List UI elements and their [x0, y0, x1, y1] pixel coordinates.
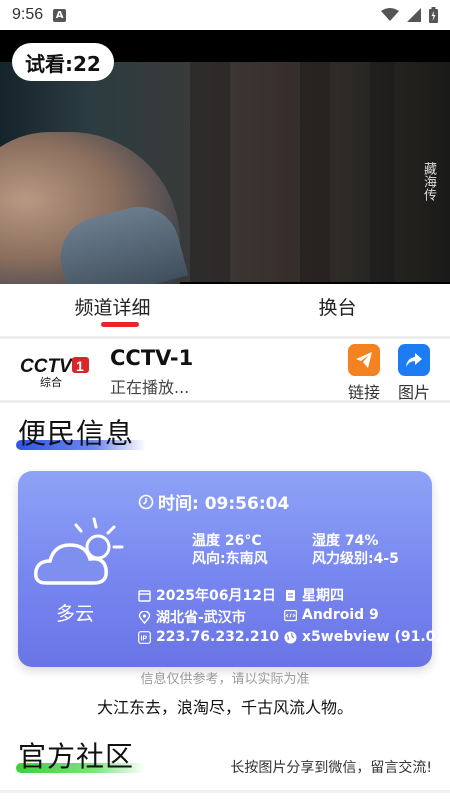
weekday-text: 星期四 [302, 588, 344, 604]
tab-switch-channel[interactable]: 换台 [225, 284, 450, 336]
globe-icon [284, 631, 297, 643]
video-watermark: 藏海传 [421, 162, 436, 201]
status-time: 9:56 [12, 6, 44, 23]
humidity: 湿度 74% [312, 533, 379, 549]
clock-icon [138, 494, 154, 509]
weekday-row: 星期四 [284, 585, 344, 605]
os-text: Android 9 [302, 607, 379, 623]
divider [0, 790, 450, 793]
ip-icon: IP [138, 630, 151, 644]
cctv-logo-number: 1 [76, 358, 84, 374]
tab-bar: 频道详细 换台 [0, 284, 450, 336]
tab-channel-detail[interactable]: 频道详细 [0, 284, 225, 336]
weather-time-text: 时间: 09:56:04 [158, 494, 290, 514]
community-section-title: 官方社区 [16, 735, 146, 775]
location-pin-icon [138, 610, 151, 624]
tab-switch-channel-label: 换台 [318, 297, 357, 319]
video-player[interactable]: 藏海传 试看:22 [0, 30, 450, 284]
battery-icon [429, 7, 438, 23]
info-section-title-text: 便民信息 [18, 417, 135, 450]
weather-condition: 多云 [56, 603, 95, 625]
trial-countdown-badge: 试看:22 [12, 43, 114, 81]
channel-info-row: CCTV 1 综合 CCTV-1 正在播放... 链接 图片 [0, 340, 450, 403]
cloudy-weather-icon [33, 517, 124, 585]
info-section-title: 便民信息 [16, 412, 146, 452]
calendar-icon [138, 589, 151, 602]
temperature: 温度 26°C [192, 533, 262, 549]
tab-channel-detail-label: 频道详细 [74, 297, 151, 319]
code-icon [284, 609, 297, 621]
ip-text: 223.76.232.210 [156, 629, 280, 645]
share-hint: 长按图片分享到微信，留言交流! [230, 760, 432, 776]
date-row: 2025年06月12日 [138, 585, 276, 605]
signal-icon [407, 8, 421, 22]
notification-icon: A [53, 8, 67, 22]
community-section-title-text: 官方社区 [18, 740, 135, 773]
poem-quote: 大江东去，浪淘尽，千古风流人物。 [96, 698, 353, 717]
cctv-logo-text: CCTV [20, 356, 73, 377]
divider [0, 336, 450, 339]
wind-direction: 风向:东南风 [192, 551, 268, 567]
webview-text: x5webview (91.0. [302, 629, 441, 645]
weather-time: 时间: 09:56:04 [138, 489, 289, 514]
cctv-logo: CCTV 1 综合 [20, 356, 89, 388]
video-frame: 藏海传 [0, 62, 450, 284]
status-bar: 9:56 A [0, 0, 450, 30]
channel-status: 正在播放... [110, 378, 190, 397]
channel-name: CCTV-1 [110, 346, 194, 370]
share-icon [398, 344, 430, 376]
divider [0, 400, 450, 403]
status-icons [381, 7, 438, 23]
ip-row: IP 223.76.232.210 [138, 629, 279, 645]
location-text: 湖北省-武汉市 [156, 610, 246, 626]
weather-card: 时间: 09:56:04 温度 26°C 湿度 74% 风向:东南风 风力级别:… [18, 471, 441, 667]
telegram-link-icon [348, 344, 380, 376]
wind-level: 风力级别:4-5 [312, 551, 399, 567]
image-button[interactable]: 图片 [394, 344, 434, 403]
svg-text:IP: IP [141, 635, 148, 642]
cctv-logo-sub: 综合 [40, 375, 62, 388]
weekday-icon [286, 589, 295, 601]
location-row: 湖北省-武汉市 [138, 607, 246, 627]
link-button[interactable]: 链接 [344, 344, 384, 403]
os-row: Android 9 [284, 607, 379, 623]
webview-row: x5webview (91.0. [284, 629, 441, 645]
wifi-icon [381, 8, 399, 21]
date-text: 2025年06月12日 [156, 588, 276, 604]
tab-active-indicator [101, 322, 139, 327]
info-disclaimer: 信息仅供参考，请以实际为准 [140, 672, 310, 687]
